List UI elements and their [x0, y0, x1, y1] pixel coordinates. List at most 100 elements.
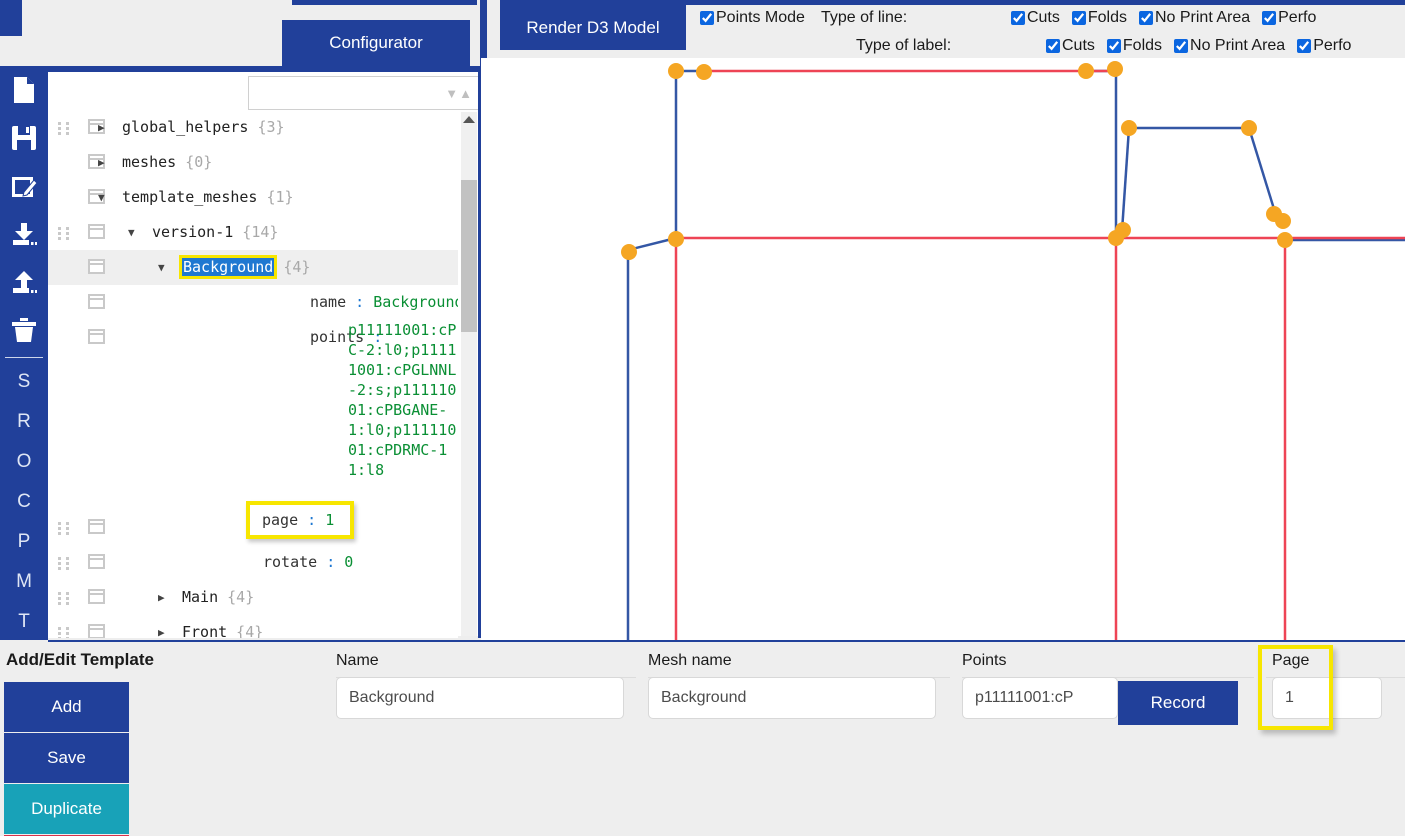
control-point-dot[interactable]	[1275, 213, 1291, 229]
download-icon[interactable]	[0, 210, 48, 258]
caret-down-icon[interactable]: ▼	[445, 86, 459, 101]
caret-right-icon[interactable]: ▶	[98, 121, 105, 134]
line-perfo-checkbox[interactable]: Perfo	[1262, 9, 1316, 27]
label-perfo-checkbox-input[interactable]	[1297, 39, 1312, 53]
tree-node-icon[interactable]	[88, 224, 105, 239]
tree-node-label[interactable]: template_meshes	[122, 188, 257, 206]
tree-row[interactable]: name : Background	[48, 285, 458, 320]
control-point-dot[interactable]	[1277, 232, 1293, 248]
line-folds-checkbox-input[interactable]	[1071, 11, 1086, 25]
tree-node-label[interactable]: global_helpers	[122, 118, 248, 136]
control-point-dot[interactable]	[1121, 120, 1137, 136]
points-field[interactable]	[962, 677, 1118, 719]
label-cuts-checkbox-input[interactable]	[1046, 39, 1060, 53]
line-no-print-area-checkbox-input[interactable]	[1138, 11, 1153, 25]
drag-handle-icon[interactable]	[58, 592, 69, 605]
control-point-dot[interactable]	[621, 244, 637, 260]
caret-up-icon[interactable]: ▲	[459, 86, 473, 101]
line-cuts-checkbox[interactable]: Cuts	[1010, 9, 1060, 27]
drag-handle-icon[interactable]	[58, 122, 69, 135]
caret-down-icon[interactable]: ▼	[158, 261, 165, 274]
new-file-icon[interactable]	[0, 66, 48, 114]
name-field[interactable]	[336, 677, 624, 719]
tree-node-icon[interactable]	[88, 259, 105, 274]
tree-node-label[interactable]: version-1	[152, 223, 233, 241]
mesh-name-field-label: Mesh name	[648, 652, 732, 669]
rail-letter-p[interactable]: P	[0, 522, 48, 562]
line-option-label: Folds	[1087, 9, 1127, 26]
line-option-label: Perfo	[1278, 9, 1317, 26]
configurator-button[interactable]: Configurator	[282, 20, 470, 66]
bottom-panel-top-border	[48, 640, 1405, 642]
line-no-print-area-checkbox[interactable]: No Print Area	[1138, 9, 1250, 27]
points-mode-checkbox[interactable]: Points Mode	[700, 9, 805, 27]
label-folds-checkbox[interactable]: Folds	[1106, 37, 1162, 55]
tree-row[interactable]: ▼ template_meshes {1}	[48, 180, 458, 215]
rail-letter-s[interactable]: S	[0, 362, 48, 402]
tree-row[interactable]: ▼ version-1 {14}	[48, 215, 458, 250]
line-cuts-checkbox-input[interactable]	[1010, 11, 1025, 25]
scroll-up-arrow-icon[interactable]	[463, 116, 475, 123]
property-colon: :	[346, 293, 374, 311]
rail-letter-r[interactable]: R	[0, 402, 48, 442]
points-mode-checkbox-input[interactable]	[700, 11, 714, 25]
tree-row[interactable]: ▶ Front {4}	[48, 615, 458, 638]
drag-handle-icon[interactable]	[58, 627, 69, 638]
control-point-dot[interactable]	[1107, 61, 1123, 77]
tree-node-label[interactable]: Front	[182, 623, 227, 638]
upload-icon[interactable]	[0, 258, 48, 306]
drag-handle-icon[interactable]	[58, 522, 69, 535]
tree-node-label[interactable]: Background	[178, 255, 278, 279]
tree-node-icon[interactable]	[88, 589, 105, 604]
tree-node-icon[interactable]	[88, 294, 105, 309]
tree-row[interactable]: rotate : 0	[48, 545, 458, 580]
duplicate-button[interactable]: Duplicate	[4, 784, 129, 834]
caret-right-icon[interactable]: ▶	[158, 626, 165, 638]
label-no-print-area-checkbox[interactable]: No Print Area	[1174, 37, 1285, 55]
rail-letter-m[interactable]: M	[0, 562, 48, 602]
label-perfo-checkbox[interactable]: Perfo	[1297, 37, 1351, 55]
tree-node-label[interactable]: meshes	[122, 153, 176, 171]
label-folds-checkbox-input[interactable]	[1106, 39, 1121, 53]
control-point-dot[interactable]	[1108, 230, 1124, 246]
line-folds-checkbox[interactable]: Folds	[1071, 9, 1127, 27]
caret-down-icon[interactable]: ▼	[128, 226, 135, 239]
rail-letter-c[interactable]: C	[0, 482, 48, 522]
drag-handle-icon[interactable]	[58, 227, 69, 240]
tree-scrollbar-thumb[interactable]	[461, 180, 477, 332]
label-cuts-checkbox[interactable]: Cuts	[1046, 37, 1095, 55]
line-perfo-checkbox-input[interactable]	[1262, 11, 1277, 25]
record-button[interactable]: Record	[1118, 681, 1238, 725]
control-point-dot[interactable]	[1241, 120, 1257, 136]
tree-node-icon[interactable]	[88, 624, 105, 638]
rail-letter-o[interactable]: O	[0, 442, 48, 482]
tree-row[interactable]: ▼ Background {4}	[48, 250, 458, 285]
tree-node-label[interactable]: Main	[182, 588, 218, 606]
caret-right-icon[interactable]: ▶	[98, 156, 105, 169]
mesh-name-field[interactable]	[648, 677, 936, 719]
tab-render-d3-model[interactable]: Render D3 Model	[500, 5, 686, 50]
tree-row[interactable]: ▶ global_helpers {3}	[48, 110, 458, 145]
d3-model-canvas[interactable]	[481, 58, 1405, 640]
edit-icon[interactable]	[0, 162, 48, 210]
save-icon[interactable]	[0, 114, 48, 162]
save-button[interactable]: Save	[4, 733, 129, 783]
control-point-dot[interactable]	[668, 63, 684, 79]
page-property-value: 1	[325, 511, 335, 529]
fold-line[interactable]	[1120, 127, 1131, 232]
rail-letter-t[interactable]: T	[0, 602, 48, 642]
add-button[interactable]: Add	[4, 682, 129, 732]
tree-node-icon[interactable]	[88, 329, 105, 344]
control-point-dot[interactable]	[668, 231, 684, 247]
control-point-dot[interactable]	[1078, 63, 1094, 79]
search-input[interactable]	[260, 84, 446, 102]
caret-down-icon[interactable]: ▼	[98, 191, 105, 204]
tree-search-bar[interactable]: ▼ ▲	[248, 76, 480, 110]
caret-right-icon[interactable]: ▶	[158, 591, 165, 604]
label-no-print-area-checkbox-input[interactable]	[1174, 39, 1189, 53]
control-point-dot[interactable]	[696, 64, 712, 80]
delete-icon[interactable]	[0, 306, 48, 354]
tree-node-icon[interactable]	[88, 519, 105, 534]
tree-row[interactable]: ▶ Main {4}	[48, 580, 458, 615]
tree-row[interactable]: ▶ meshes {0}	[48, 145, 458, 180]
